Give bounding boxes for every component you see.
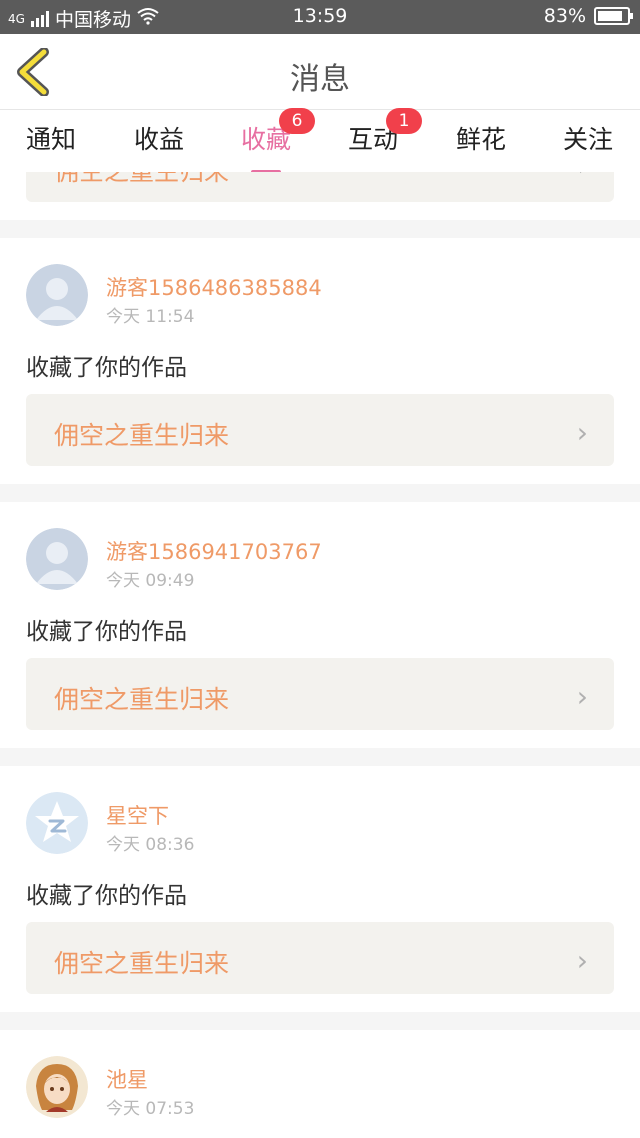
tab-label: 鲜花 (455, 125, 506, 154)
tab-favorites[interactable]: 收藏 6 (221, 108, 315, 174)
star-icon (26, 792, 88, 854)
username[interactable]: 游客1586941703767 (106, 536, 322, 566)
nav-bar: 消息 (0, 34, 640, 110)
work-title: 佣空之重生归来 (54, 949, 230, 978)
timestamp: 今天 08:36 (106, 835, 195, 855)
anime-avatar (26, 1056, 88, 1118)
avatar[interactable] (26, 1056, 88, 1118)
username[interactable]: 星空下 (106, 800, 169, 830)
action-text: 收藏了你的作品 (26, 619, 187, 645)
list-item: 游客1586941703767 今天 09:49 收藏了你的作品 佣空之重生归来… (0, 502, 640, 748)
work-link[interactable]: 佣空之重生归来 › (26, 922, 614, 994)
username[interactable]: 池星 (106, 1064, 148, 1094)
tab-flowers[interactable]: 鲜花 (436, 120, 526, 156)
status-right: 83% (543, 5, 633, 27)
work-link[interactable]: 佣空之重生归来 › (26, 394, 614, 466)
tab-label: 通知 (25, 125, 76, 154)
interactions-badge: 1 (386, 108, 422, 134)
list-item: 池星 今天 07:53 (0, 1030, 640, 1138)
tab-notifications[interactable]: 通知 (6, 120, 96, 156)
timestamp: 今天 07:53 (106, 1099, 195, 1119)
timestamp: 今天 11:54 (106, 307, 195, 327)
status-bar: 4G 中国移动 13:59 83% (0, 0, 640, 34)
work-title: 佣空之重生归来 (54, 172, 229, 188)
avatar[interactable] (26, 528, 88, 590)
default-person-icon (26, 264, 88, 326)
chevron-right-icon: › (576, 416, 588, 449)
chevron-right-icon: › (576, 944, 588, 977)
username[interactable]: 游客1586486385884 (106, 272, 322, 302)
avatar[interactable] (26, 264, 88, 326)
work-title: 佣空之重生归来 (54, 421, 230, 450)
tab-interactions[interactable]: 互动 1 (328, 108, 422, 156)
default-person-icon (26, 528, 88, 590)
list-item: 游客1586486385884 今天 11:54 收藏了你的作品 佣空之重生归来… (0, 238, 640, 484)
chevron-right-icon: › (576, 680, 588, 713)
work-link[interactable]: 佣空之重生归来 › (26, 172, 614, 202)
battery-icon (594, 7, 633, 25)
page-title: 消息 (290, 62, 350, 97)
chevron-right-icon: › (578, 172, 588, 182)
timestamp: 今天 09:49 (106, 571, 195, 591)
tab-label: 收益 (133, 125, 184, 154)
avatar[interactable] (26, 792, 88, 854)
work-title: 佣空之重生归来 (54, 685, 230, 714)
tab-label: 关注 (562, 125, 613, 154)
tab-earnings[interactable]: 收益 (114, 120, 204, 156)
favorites-badge: 6 (279, 108, 315, 134)
work-link[interactable]: 佣空之重生归来 › (26, 658, 614, 730)
battery-percent: 83% (543, 5, 586, 27)
message-list[interactable]: 佣空之重生归来 › 游客1586486385884 今天 11:54 收藏了你的… (0, 172, 640, 1138)
action-text: 收藏了你的作品 (26, 883, 187, 909)
action-text: 收藏了你的作品 (26, 355, 187, 381)
list-item: 佣空之重生归来 › (0, 172, 640, 220)
list-item: 星空下 今天 08:36 收藏了你的作品 佣空之重生归来 › (0, 766, 640, 1012)
tab-bar: 通知 收益 收藏 6 互动 1 鲜花 关注 (0, 108, 640, 174)
tab-follows[interactable]: 关注 (543, 120, 633, 156)
